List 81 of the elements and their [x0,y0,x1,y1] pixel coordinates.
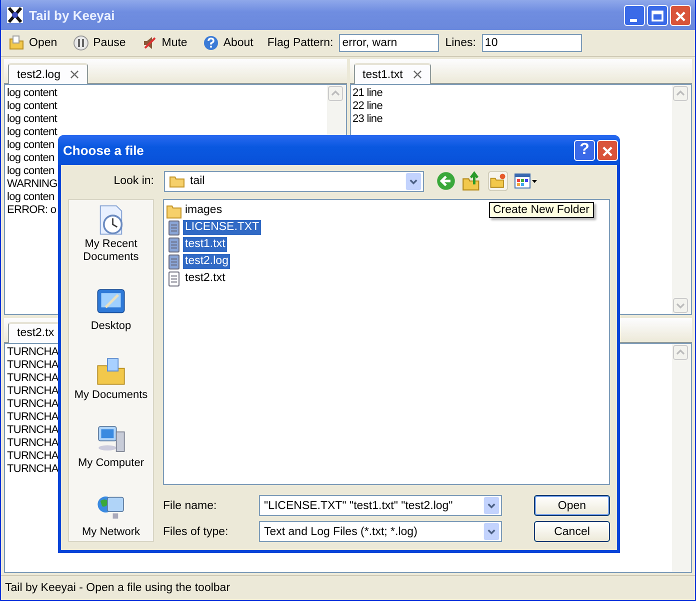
text-file-icon [166,254,182,270]
text-file-icon [166,220,182,236]
lines-field[interactable]: 10 [482,34,582,52]
open-button[interactable]: Open [5,32,62,54]
file-name-field[interactable]: "LICENSE.TXT" "test1.txt" "test2.log" [259,495,502,516]
file-name-label: File name: [163,500,218,512]
pause-icon [73,35,90,51]
mute-button[interactable]: Mute [138,32,192,54]
log-line: log conten [7,165,54,178]
place-item[interactable]: Desktop [69,286,153,333]
up-folder-icon[interactable] [462,171,482,191]
file-item[interactable]: test2.txt [183,271,228,286]
log-line: 22 line [352,100,382,113]
log-line: 23 line [352,113,382,126]
close-icon[interactable] [70,70,80,79]
log-line: TURNCHA [7,410,58,424]
folder-icon [9,35,25,51]
log-line: TURNCHA [7,358,58,372]
log-line: TURNCHA [7,384,58,398]
place-item[interactable]: My Documents [69,354,153,402]
minimize-button[interactable] [624,4,645,26]
look-in-dropdown[interactable]: tail [164,170,424,192]
log-line: 21 line [352,87,382,100]
log-line: TURNCHA [7,398,58,410]
look-in-label: Look in: [112,175,154,187]
place-item[interactable]: My Recent Documents [69,204,153,264]
log-line: TURNCHA [7,450,58,462]
log-line: log conten [7,152,54,165]
app-icon [7,7,23,23]
place-item[interactable]: My Network [69,492,153,539]
file-item[interactable]: LICENSE.TXT [183,220,262,235]
cancel-button[interactable]: Cancel [534,521,610,542]
file-type-label: Files of type: [163,526,230,538]
log-line: TURNCHA [7,436,58,450]
flag-pattern-label: Flag Pattern: [267,37,334,49]
log-line: TURNCHA [7,372,58,384]
file-item[interactable]: test1.txt [183,237,228,252]
file-item[interactable]: images [183,203,224,218]
close-icon[interactable] [412,70,422,79]
tooltip: Create New Folder [489,202,594,218]
log-line: log conten [7,139,54,152]
views-menu-icon[interactable] [514,172,538,190]
new-folder-icon[interactable] [488,171,508,191]
log-line: ERROR: o [7,204,56,217]
pause-button[interactable]: Pause [69,32,130,54]
file-tab[interactable]: test2.log [8,63,88,84]
log-line: log content [7,113,57,126]
open-button[interactable]: Open [534,495,610,516]
tab-label: test2.tx [17,327,54,339]
log-line: TURNCHA [7,346,58,358]
muted-speaker-icon [142,35,158,51]
maximize-button[interactable] [647,4,668,26]
dialog-close-button[interactable] [597,140,618,160]
log-line: log conten [7,191,54,204]
help-icon [203,35,220,51]
log-line: TURNCHA [7,462,58,476]
folder-icon [166,202,182,218]
window-title: Tail by Keeyai [29,8,116,22]
file-type-dropdown[interactable]: Text and Log Files (*.txt; *.log) [259,521,502,542]
status-bar: Tail by Keeyai - Open a file using the toolbar [1,575,695,600]
text-file-icon [166,236,182,252]
log-line: log content [7,126,57,139]
scrollbar[interactable] [672,344,691,572]
log-line: log content [7,87,57,100]
log-line: log content [7,100,57,113]
close-button[interactable] [670,4,691,26]
dialog-title: Choose a file [63,142,145,158]
flag-pattern-field[interactable]: error, warn [339,34,440,52]
file-tab[interactable]: test1.txt [354,63,431,84]
tab-label: test1.txt [362,68,403,80]
minimize-icon [630,18,637,22]
place-item[interactable]: My Computer [69,423,153,470]
text-file-icon [166,270,182,286]
log-line: TURNCHA [7,424,58,436]
back-icon[interactable] [436,171,456,191]
lines-label: Lines: [445,37,476,49]
log-line: WARNING [7,178,58,191]
about-button[interactable]: About [199,32,258,54]
tab-label: test2.log [17,68,60,80]
help-button[interactable]: ? [574,140,595,160]
file-item[interactable]: test2.log [183,254,230,269]
